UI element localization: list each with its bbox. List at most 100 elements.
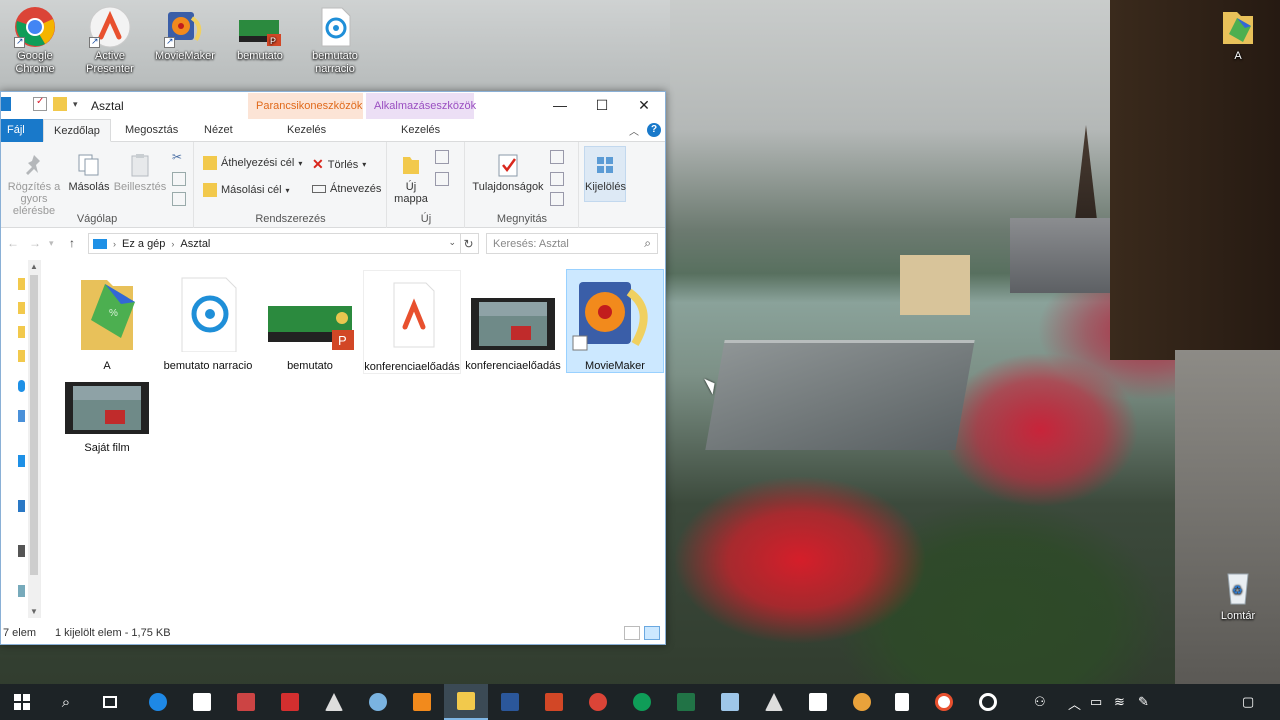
search-taskbar-icon[interactable]: ⌕	[44, 684, 88, 720]
delete-button[interactable]: ✕ Törlés ▾	[312, 156, 366, 173]
copy-path-icon[interactable]	[172, 172, 186, 186]
easy-access-icon[interactable]	[435, 172, 449, 186]
collapse-ribbon-icon[interactable]: ︿	[629, 123, 639, 138]
edit-icon[interactable]	[550, 172, 564, 186]
scroll-up-icon[interactable]: ▲	[30, 262, 38, 271]
powerpoint-icon[interactable]	[532, 684, 576, 720]
store-icon[interactable]	[180, 684, 224, 720]
people-icon[interactable]: ⚇	[1034, 694, 1046, 710]
new-item-icon[interactable]	[435, 150, 449, 164]
address-field[interactable]: › Ez a gép › Asztal ⌄	[88, 233, 461, 254]
notifications-icon[interactable]: ▢	[1242, 694, 1254, 710]
help-icon[interactable]: ?	[647, 123, 661, 137]
excel-icon[interactable]	[664, 684, 708, 720]
edge-icon[interactable]	[136, 684, 180, 720]
start-button[interactable]	[0, 684, 44, 720]
notepad-icon[interactable]	[880, 684, 924, 720]
app-icon[interactable]	[224, 684, 268, 720]
close-button[interactable]: ✕	[622, 92, 666, 118]
search-input[interactable]: Keresés: Asztal ⌕	[486, 233, 658, 254]
paste-shortcut-icon[interactable]	[172, 192, 186, 206]
nav-folder-icon[interactable]	[18, 278, 25, 290]
maximize-button[interactable]: ☐	[580, 92, 624, 118]
tab-home[interactable]: Kezdőlap	[43, 119, 111, 142]
paste-button[interactable]: Beillesztés	[113, 152, 167, 193]
file-explorer-taskbar-icon[interactable]	[444, 684, 488, 720]
large-icons-view-icon[interactable]	[644, 626, 660, 640]
file-item[interactable]: konferenciaelőadás	[363, 270, 461, 374]
tab-manage-application[interactable]: Kezelés	[391, 119, 450, 142]
acrobat-icon[interactable]	[268, 684, 312, 720]
tab-share[interactable]: Megosztás	[115, 119, 188, 142]
select-button[interactable]: Kijelölés	[584, 146, 626, 202]
refresh-icon[interactable]: ↻	[459, 233, 479, 254]
nav-folder-icon[interactable]	[18, 326, 25, 338]
battery-icon[interactable]: ▭	[1090, 694, 1102, 710]
mail-icon[interactable]	[796, 684, 840, 720]
nav-scrollbar[interactable]: ▲ ▼	[28, 260, 40, 618]
details-view-icon[interactable]	[624, 626, 640, 640]
move-to-button[interactable]: Áthelyezési cél ▾	[203, 156, 302, 170]
cut-icon[interactable]: ✂	[172, 150, 186, 164]
recent-locations-icon[interactable]: ▾	[49, 238, 54, 249]
pin-quick-access-button[interactable]: Rögzítés a gyors elérésbe	[3, 152, 65, 217]
desktop-icon-moviemaker[interactable]: MovieMaker	[150, 2, 220, 63]
address-dropdown-icon[interactable]: ⌄	[448, 237, 456, 248]
word-icon[interactable]	[488, 684, 532, 720]
rename-button[interactable]: Átnevezés	[312, 183, 381, 195]
paint-icon[interactable]	[356, 684, 400, 720]
tab-manage-shortcut[interactable]: Kezelés	[277, 119, 336, 142]
tab-file[interactable]: Fájl	[1, 119, 43, 142]
inkscape-icon-2[interactable]	[752, 684, 796, 720]
desktop-icon-chrome[interactable]: Google Chrome	[0, 2, 70, 76]
nav-this-pc-icon[interactable]	[18, 410, 25, 422]
back-icon[interactable]: ←	[7, 236, 19, 250]
file-item[interactable]: P bemutato	[261, 270, 359, 374]
file-item[interactable]: konferenciaelőadás	[464, 270, 562, 374]
nav-onedrive-icon[interactable]	[18, 380, 25, 392]
new-folder-button[interactable]: Új mappa	[392, 152, 430, 205]
task-view-icon[interactable]	[88, 684, 132, 720]
forward-icon[interactable]: →	[29, 236, 41, 250]
chrome-taskbar-icon-2[interactable]	[620, 684, 664, 720]
new-folder-quick-icon[interactable]	[53, 97, 67, 111]
desktop-icon-activepresenter[interactable]: Active Presenter	[75, 2, 145, 76]
nav-desktop-icon[interactable]	[18, 455, 25, 467]
nav-downloads-icon[interactable]	[18, 500, 25, 512]
open-icon[interactable]	[550, 150, 564, 164]
file-item[interactable]: bemutato narracio	[159, 270, 257, 374]
properties-quick-icon[interactable]: ✓	[33, 96, 47, 111]
nav-network-icon[interactable]	[18, 585, 25, 597]
nav-folder-icon[interactable]	[18, 350, 25, 362]
desktop-icon-a-folder[interactable]: A	[1203, 2, 1273, 63]
app-icon-2[interactable]	[708, 684, 752, 720]
inkscape-icon[interactable]	[312, 684, 356, 720]
activepresenter-taskbar-icon[interactable]	[922, 684, 966, 720]
tab-view[interactable]: Nézet	[194, 119, 243, 142]
history-icon[interactable]	[550, 192, 564, 206]
chrome-taskbar-icon[interactable]	[576, 684, 620, 720]
desktop-icon-recycle-bin[interactable]: ♻ Lomtár	[1203, 562, 1273, 623]
breadcrumb-desktop[interactable]: Asztal	[180, 238, 210, 250]
desktop-icon-bemutato[interactable]: P bemutato	[225, 2, 295, 63]
minimize-button[interactable]: —	[538, 92, 582, 118]
file-item[interactable]: % A	[58, 270, 156, 374]
up-icon[interactable]: ↑	[69, 236, 75, 250]
scroll-thumb[interactable]	[30, 275, 38, 575]
tray-overflow-icon[interactable]: ︿	[1068, 694, 1081, 713]
desktop-icon-bemutato-narracio[interactable]: bemutato narracio	[300, 2, 370, 76]
scroll-down-icon[interactable]: ▼	[30, 607, 38, 616]
customize-qa-dropdown-icon[interactable]: ▾	[73, 99, 78, 110]
copy-button[interactable]: Másolás	[67, 152, 111, 193]
narration-taskbar-icon[interactable]	[966, 684, 1010, 720]
pen-icon[interactable]: ✎	[1138, 694, 1149, 710]
nav-folder-icon[interactable]	[18, 302, 25, 314]
breadcrumb-this-pc[interactable]: Ez a gép	[122, 238, 165, 250]
file-item-selected[interactable]: MovieMaker	[566, 269, 664, 373]
file-item[interactable]: Saját film	[58, 376, 156, 454]
nav-drive-icon[interactable]	[18, 545, 25, 557]
app-icon-3[interactable]	[840, 684, 884, 720]
moviemaker-taskbar-icon[interactable]	[400, 684, 444, 720]
copy-to-button[interactable]: Másolási cél ▾	[203, 183, 290, 197]
properties-button[interactable]: Tulajdonságok	[470, 152, 546, 193]
